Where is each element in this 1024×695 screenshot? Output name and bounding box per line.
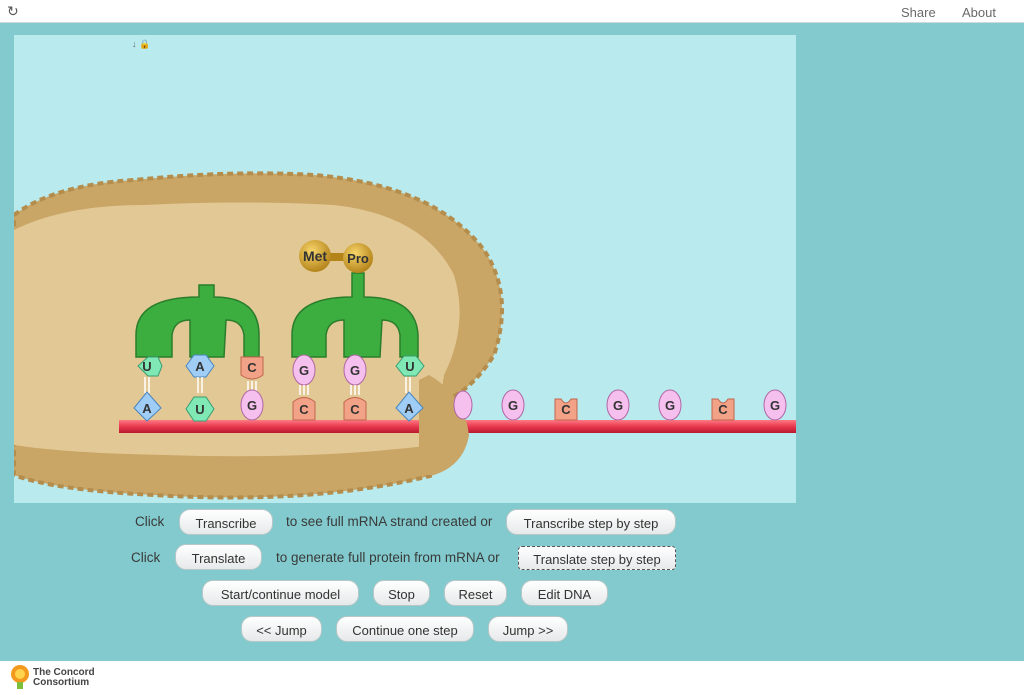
- anticodon-base: G: [292, 354, 316, 386]
- about-link[interactable]: About: [962, 5, 996, 20]
- svg-text:A: A: [195, 359, 205, 374]
- mrna-base-partial: [453, 390, 473, 420]
- translate-step-button[interactable]: Translate step by step: [518, 546, 676, 570]
- edit-dna-button[interactable]: Edit DNA: [521, 580, 608, 606]
- continue-one-step-button[interactable]: Continue one step: [336, 616, 474, 642]
- translation-scene: Met Pro U A C G G U A U G C C A G C G G …: [14, 171, 796, 500]
- svg-text:C: C: [350, 402, 360, 417]
- model-canvas[interactable]: ↓ 🔒 Met Pro U A C G G U A U G C C A G C …: [14, 35, 796, 503]
- svg-text:G: G: [350, 363, 360, 378]
- reload-icon[interactable]: ↻: [7, 3, 19, 20]
- transcribe-step-button[interactable]: Transcribe step by step: [506, 509, 676, 535]
- anticodon-base: G: [343, 354, 367, 386]
- svg-text:G: G: [770, 398, 780, 413]
- share-link[interactable]: Share: [901, 5, 936, 20]
- svg-text:C: C: [561, 402, 571, 417]
- svg-text:C: C: [247, 360, 257, 375]
- svg-text:C: C: [299, 402, 309, 417]
- svg-text:G: G: [613, 398, 623, 413]
- row1-text: to see full mRNA strand created or: [286, 514, 493, 529]
- svg-text:U: U: [405, 359, 414, 374]
- mrna-base: G: [240, 389, 264, 421]
- start-continue-button[interactable]: Start/continue model: [202, 580, 359, 606]
- top-bar: ↻ Share About: [0, 0, 1024, 23]
- svg-text:U: U: [195, 402, 204, 417]
- svg-text:G: G: [247, 398, 257, 413]
- svg-text:C: C: [718, 402, 728, 417]
- svg-text:G: G: [299, 363, 309, 378]
- mrna-base: C: [711, 398, 735, 421]
- logo-line-2: Consortium: [33, 677, 90, 688]
- stop-button[interactable]: Stop: [373, 580, 430, 606]
- svg-text:G: G: [508, 398, 518, 413]
- transcribe-button[interactable]: Transcribe: [179, 509, 273, 535]
- footer: The Concord Consortium: [0, 661, 1024, 695]
- mrna-base: C: [292, 397, 316, 421]
- svg-text:A: A: [404, 401, 414, 416]
- row1-prefix: Click: [135, 514, 165, 529]
- jump-back-button[interactable]: << Jump: [241, 616, 322, 642]
- row2-text: to generate full protein from mRNA or: [276, 550, 500, 565]
- svg-text:A: A: [142, 401, 152, 416]
- svg-text:U: U: [142, 359, 151, 374]
- amino-acid-met: Met: [299, 240, 331, 272]
- anticodon-base: U: [137, 356, 163, 377]
- concord-logo-text[interactable]: The Concord Consortium: [33, 668, 95, 688]
- svg-text:G: G: [665, 398, 675, 413]
- mrna-base: C: [343, 397, 367, 421]
- row2-prefix: Click: [131, 550, 161, 565]
- translate-button[interactable]: Translate: [175, 544, 262, 570]
- mrna-base: G: [763, 389, 787, 421]
- mrna-base: G: [606, 389, 630, 421]
- mrna-base: G: [501, 389, 525, 421]
- anticodon-base: C: [240, 356, 264, 380]
- concord-logo-icon[interactable]: [9, 664, 31, 692]
- svg-text:Met: Met: [303, 248, 327, 264]
- mrna-base: G: [658, 389, 682, 421]
- mrna-base: C: [554, 398, 578, 421]
- amino-acid-pro: Pro: [343, 243, 373, 273]
- reset-button[interactable]: Reset: [444, 580, 507, 606]
- svg-text:Pro: Pro: [347, 251, 369, 266]
- jump-forward-button[interactable]: Jump >>: [488, 616, 568, 642]
